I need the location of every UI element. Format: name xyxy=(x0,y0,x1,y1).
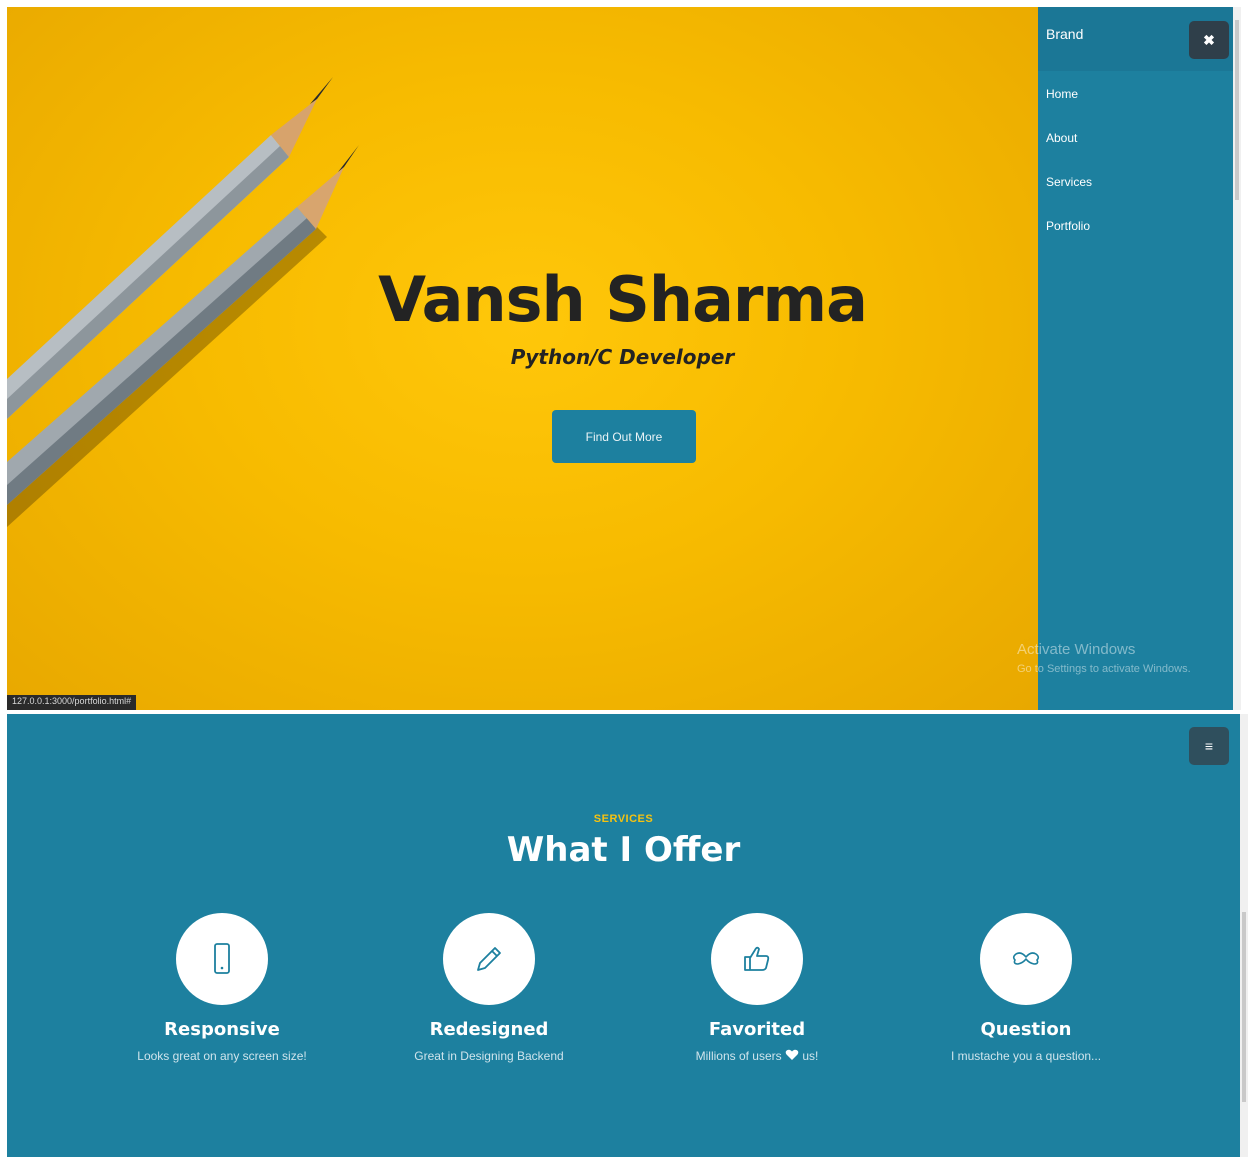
service-icon-circle xyxy=(443,913,535,1005)
hamburger-menu-icon: ≡ xyxy=(1204,738,1214,754)
sidebar-brand[interactable]: Brand xyxy=(1046,26,1083,42)
service-text-part: Millions of users xyxy=(695,1049,782,1063)
status-bar-url: 127.0.0.1:3000/portfolio.html# xyxy=(7,695,137,710)
service-text: Millions of users us! xyxy=(632,1049,882,1063)
windows-activation-hint: Go to Settings to activate Windows. xyxy=(1017,663,1191,675)
scrollbar-thumb-top[interactable] xyxy=(1235,20,1239,200)
thumbs-up-icon xyxy=(744,946,770,971)
top-screenshot: Vansh Sharma Python/C Developer Find Out… xyxy=(7,7,1240,710)
service-title: Favorited xyxy=(708,1019,806,1040)
services-section: ≡ SERVICES What I Offer Responsive Looks… xyxy=(7,714,1240,1157)
service-text-part: us! xyxy=(802,1049,819,1063)
service-title: Responsive xyxy=(164,1019,280,1040)
service-text: Great in Designing Backend xyxy=(414,1049,564,1063)
sidebar-brand-bar: Brand ✖ xyxy=(1038,7,1240,71)
service-item-redesigned: Redesigned Great in Designing Backend xyxy=(364,913,614,1063)
hero-section: Vansh Sharma Python/C Developer Find Out… xyxy=(7,7,1038,710)
sidebar-item-services[interactable]: Services xyxy=(1046,175,1092,189)
scrollbar-thumb-bottom[interactable] xyxy=(1242,912,1246,1102)
sidebar-item-about[interactable]: About xyxy=(1046,131,1077,145)
sidebar-nav: Brand ✖ Home About Services Portfolio xyxy=(1038,7,1240,710)
service-item-favorited: Favorited Millions of users us! xyxy=(632,913,882,1063)
close-icon: ✖ xyxy=(1203,31,1215,48)
menu-toggle-button[interactable]: ≡ xyxy=(1189,727,1229,765)
service-icon-circle xyxy=(711,913,803,1005)
sidebar-item-home[interactable]: Home xyxy=(1046,87,1078,101)
sidebar-item-portfolio[interactable]: Portfolio xyxy=(1046,219,1090,233)
close-menu-button[interactable]: ✖ xyxy=(1189,21,1229,59)
service-icon-circle xyxy=(176,913,268,1005)
service-title: Question xyxy=(980,1019,1072,1040)
service-item-responsive: Responsive Looks great on any screen siz… xyxy=(97,913,347,1063)
section-eyebrow: SERVICES xyxy=(593,813,654,825)
service-item-question: Question I mustache you a question... xyxy=(901,913,1151,1063)
heart-icon xyxy=(785,1049,799,1060)
phone-icon xyxy=(214,943,230,974)
section-title: What I Offer xyxy=(506,830,741,870)
hero-subtitle: Python/C Developer xyxy=(510,345,735,369)
service-text: I mustache you a question... xyxy=(950,1049,1102,1063)
mustache-icon xyxy=(1012,952,1040,965)
windows-activation-watermark: Activate Windows xyxy=(1017,641,1136,658)
hero-title: Vansh Sharma xyxy=(378,263,868,336)
pencil-icon xyxy=(477,947,501,971)
service-text: Looks great on any screen size! xyxy=(137,1049,307,1063)
service-title: Redesigned xyxy=(429,1019,549,1040)
service-icon-circle xyxy=(980,913,1072,1005)
find-out-more-button[interactable]: Find Out More xyxy=(552,410,696,463)
